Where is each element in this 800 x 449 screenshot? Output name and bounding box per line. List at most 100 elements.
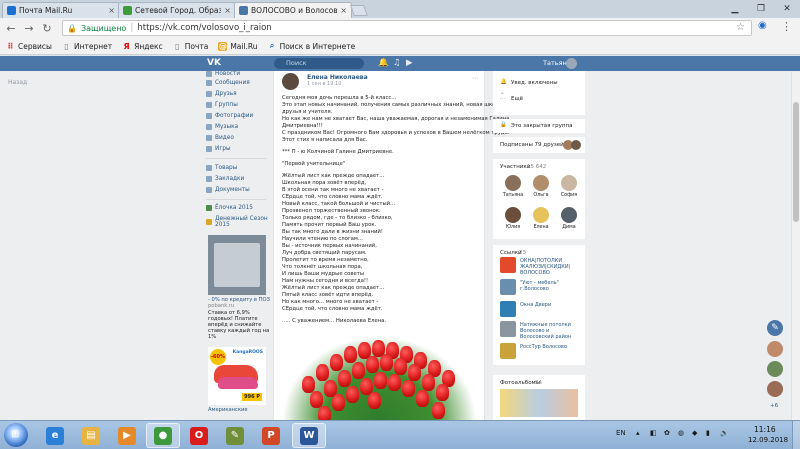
tray-app-icon[interactable]: ✿	[664, 429, 670, 437]
tab-mail[interactable]: Почта Mail.Ru ×	[2, 2, 120, 18]
bookmark-star-icon[interactable]: ☆	[736, 22, 745, 33]
post-date[interactable]: 1 сен в 19:10	[307, 81, 341, 87]
new-tab-button[interactable]	[349, 5, 369, 16]
member-name[interactable]: Дима	[557, 225, 581, 230]
link-thumbnail[interactable]	[500, 343, 516, 359]
members-title[interactable]: Участники	[500, 164, 530, 170]
clock-time[interactable]: 11:16	[754, 425, 776, 434]
post-more-icon[interactable]: ⋯	[472, 75, 478, 82]
close-window-button[interactable]: ✕	[774, 0, 800, 18]
link-title[interactable]: ОКНА|ПОТОЛКИ ЖАЛЮЗИ|СКИДКИ| ВОЛОСОВО	[520, 258, 584, 276]
back-arrow-icon[interactable]: ←	[2, 19, 20, 37]
back-link[interactable]: Назад	[8, 79, 27, 86]
member-avatar[interactable]	[533, 207, 549, 223]
play-icon[interactable]: ▶	[406, 58, 413, 68]
reload-icon[interactable]: ↻	[38, 19, 56, 37]
menu-item-messages[interactable]: Сообщения	[206, 80, 250, 86]
member-avatar[interactable]	[505, 207, 521, 223]
tab-vk[interactable]: ВОЛОСОВО и Волосовс ×	[234, 2, 352, 18]
tulips-photo[interactable]	[282, 336, 477, 420]
ad-banner-credit[interactable]	[208, 235, 266, 295]
volume-icon[interactable]: 🔊	[720, 429, 729, 437]
member-avatar[interactable]	[561, 175, 577, 191]
post-author[interactable]: Елена Николаева	[307, 74, 368, 81]
taskbar-app-explorer[interactable]: ▤	[74, 423, 108, 448]
avatar[interactable]	[767, 361, 783, 377]
music-icon[interactable]: ♫	[393, 58, 401, 68]
member-name[interactable]: София	[557, 193, 581, 198]
bookmark-mail[interactable]: ▯ Почта	[173, 42, 208, 51]
menu-item-photos[interactable]: Фотографии	[206, 113, 253, 119]
link-thumbnail[interactable]	[500, 321, 516, 337]
taskbar-app-tool[interactable]: ✎	[218, 423, 252, 448]
clock-date[interactable]: 12.09.2018	[748, 436, 788, 444]
vk-logo[interactable]: VK	[207, 58, 221, 68]
link-title[interactable]: РоссТур Волосово	[520, 344, 584, 350]
tab-close-icon[interactable]: ×	[224, 6, 231, 15]
tab-school[interactable]: Сетевой Город. Образо ×	[118, 2, 236, 18]
menu-item-app-1[interactable]: Ёлочка 2015	[206, 205, 253, 211]
member-avatar[interactable]	[533, 175, 549, 191]
tray-app-icon[interactable]: ◧	[650, 429, 657, 437]
tab-close-icon[interactable]: ×	[340, 6, 347, 15]
menu-item-goods[interactable]: Товары	[206, 165, 237, 171]
bookmark-services[interactable]: ⠿ Сервисы	[6, 42, 52, 51]
ad-banner-shoes[interactable]: -60% KangaROOS 996 Р	[208, 347, 266, 405]
link-title[interactable]: Окна Двери	[520, 302, 584, 308]
member-name[interactable]: Елена	[529, 225, 553, 230]
bookmark-yandex[interactable]: Я Яндекс	[122, 42, 163, 51]
bookmark-search[interactable]: ⌕ Поиск в Интернете	[268, 41, 355, 51]
menu-item-friends[interactable]: Друзья	[206, 91, 237, 97]
network-icon[interactable]: ▮	[706, 429, 710, 437]
author-avatar[interactable]	[282, 73, 299, 90]
menu-item-games[interactable]: Игры	[206, 146, 231, 152]
menu-item-documents[interactable]: Документы	[206, 187, 250, 193]
more-menu[interactable]: Ещё	[511, 96, 523, 102]
taskbar-app-powerpoint[interactable]: P	[254, 423, 288, 448]
member-avatar[interactable]	[561, 207, 577, 223]
link-title[interactable]: "Уют - мебель" г.Волосово	[520, 280, 584, 292]
menu-item-news[interactable]: Новости	[206, 71, 240, 77]
menu-item-bookmarks[interactable]: Закладки	[206, 176, 244, 182]
language-indicator[interactable]: EN	[616, 429, 626, 437]
ad-title[interactable]: Американские	[208, 407, 248, 413]
tray-expand-icon[interactable]: ▴	[636, 429, 640, 437]
dock-more-count[interactable]: +6	[770, 403, 778, 409]
tray-app-icon[interactable]: ◆	[692, 429, 697, 437]
link-thumbnail[interactable]	[500, 301, 516, 317]
member-name[interactable]: Татьяна	[501, 193, 525, 198]
notifications-status[interactable]: Увед. включены	[511, 80, 558, 86]
link-thumbnail[interactable]	[500, 257, 516, 273]
tray-app-icon[interactable]: ◍	[678, 429, 684, 437]
url-field[interactable]: 🔒 Защищено | https://vk.com/volosovo_i_r…	[62, 20, 752, 36]
link-thumbnail[interactable]	[500, 279, 516, 295]
avatar[interactable]	[566, 58, 577, 69]
avatar[interactable]	[767, 381, 783, 397]
show-desktop-button[interactable]	[792, 421, 800, 449]
page-scrollbar[interactable]	[791, 72, 800, 420]
member-name[interactable]: Юлия	[501, 225, 525, 230]
taskbar-app-chrome[interactable]: ●	[146, 423, 180, 448]
taskbar-app-media[interactable]: ▶	[110, 423, 144, 448]
tab-close-icon[interactable]: ×	[108, 6, 115, 15]
album-thumbnail[interactable]	[500, 389, 578, 417]
avatar[interactable]	[571, 140, 581, 150]
member-avatar[interactable]	[505, 175, 521, 191]
taskbar-app-opera[interactable]: O	[182, 423, 216, 448]
browser-menu-icon[interactable]: ⋮	[781, 20, 792, 33]
write-message-icon[interactable]: ✎	[767, 320, 783, 336]
menu-item-music[interactable]: Музыка	[206, 124, 238, 130]
menu-item-video[interactable]: Видео	[206, 135, 234, 141]
friends-subscribed[interactable]: Подписаны 79 друзей	[500, 142, 564, 148]
minimize-button[interactable]: ▁	[722, 0, 748, 18]
menu-item-app-2[interactable]: Денежный Сезон 2015	[206, 216, 270, 228]
forward-arrow-icon[interactable]: →	[20, 19, 38, 37]
restore-button[interactable]: ❐	[748, 0, 774, 18]
extension-icon[interactable]: ◉	[758, 20, 767, 31]
taskbar-app-ie[interactable]: e	[38, 423, 72, 448]
taskbar-app-word[interactable]: W	[292, 423, 326, 448]
notifications-bell-icon[interactable]: 🔔	[378, 58, 389, 68]
menu-item-groups[interactable]: Группы	[206, 102, 238, 108]
bookmark-mailru[interactable]: @ Mail.Ru	[218, 41, 258, 51]
scrollbar-thumb[interactable]	[793, 102, 799, 222]
